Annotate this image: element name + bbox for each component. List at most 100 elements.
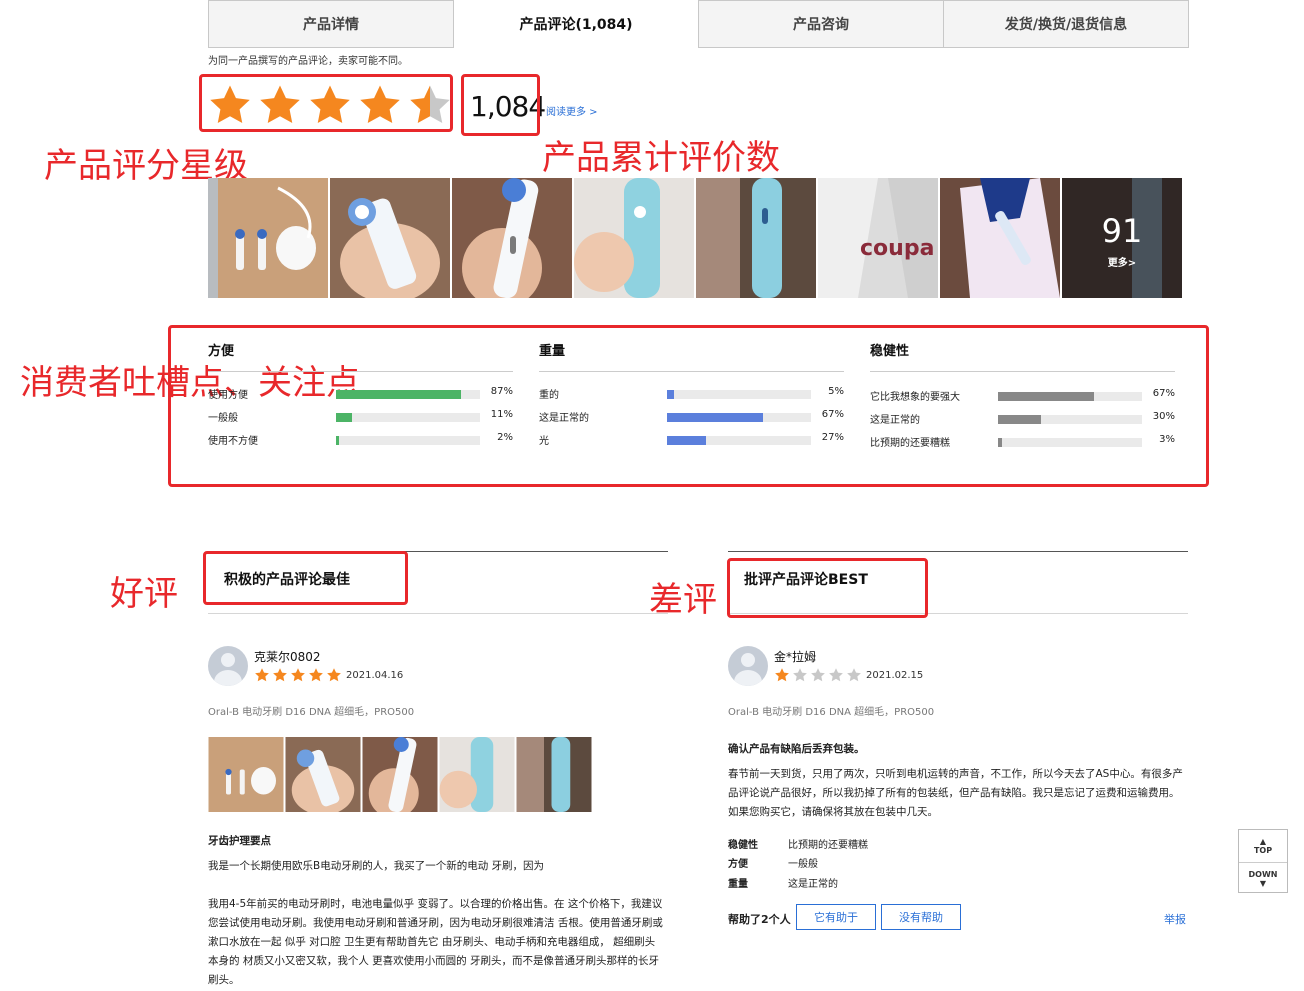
attribute-percent: 67% [821, 409, 844, 420]
attribute-rows: 它比我想象的要强大 67% 这是正常的 30% 比预期的还要糟糕 3% [870, 372, 1175, 453]
tab-product-details[interactable]: 产品详情 [208, 0, 454, 48]
review-photo[interactable] [208, 178, 328, 298]
attribute-bar-fill [998, 415, 1042, 424]
annotation-box-negative [727, 558, 928, 618]
attribute-key: 方便 [728, 859, 748, 870]
review-photo-strip: coupa 91 更多> [208, 178, 1182, 298]
reviewer-name: 克莱尔0802 [254, 650, 321, 664]
attribute-bar [667, 390, 811, 399]
more-photos-count: 91 [1101, 212, 1143, 250]
attribute-row: 比预期的还要糟糕 3% [870, 430, 1175, 453]
attribute-percent: 11% [490, 409, 513, 420]
attribute-label: 使用方便 [208, 390, 248, 401]
review-photo[interactable]: coupa [818, 178, 938, 298]
attribute-bar [998, 392, 1142, 401]
review-photo[interactable] [330, 178, 450, 298]
not-helpful-button[interactable]: 没有帮助 [881, 904, 961, 930]
attribute-label: 重的 [539, 390, 559, 401]
attribute-bar-fill [667, 390, 675, 399]
section-divider [208, 613, 668, 614]
review-product-name: Oral-B 电动牙刷 D16 DNA 超细毛，PRO500 [728, 707, 935, 718]
attribute-row: 使用方便 87% [208, 382, 513, 405]
attribute-label: 这是正常的 [870, 415, 920, 426]
attribute-bar-fill [998, 438, 1003, 447]
review-photo[interactable] [516, 737, 592, 812]
attribute-value: 一般般 [788, 859, 818, 870]
attribute-convenience: 方便 使用方便 87% 一般般 11% 使用不方便 2% [208, 340, 513, 451]
review-photo[interactable] [285, 737, 361, 816]
attribute-value: 这是正常的 [788, 879, 838, 890]
star-icon [273, 668, 287, 682]
chevron-down-icon: ▼ [1259, 878, 1267, 888]
avatar [208, 646, 248, 686]
review-body-intro: 我是一个长期使用欧乐B电动牙刷的人，我买了一个新的电动 牙刷，因为 [208, 860, 545, 872]
read-more-link[interactable]: 阅读更多 > [546, 103, 598, 118]
review-photo[interactable] [362, 737, 438, 819]
review-photo[interactable] [940, 178, 1060, 298]
scroll-down-button[interactable]: DOWN ▼ [1239, 862, 1287, 894]
star-icon [793, 668, 807, 682]
tab-product-inquiry[interactable]: 产品咨询 [699, 0, 944, 48]
helpful-button[interactable]: 它有助于 [796, 904, 876, 930]
scroll-nav: ▲ TOP DOWN ▼ [1238, 829, 1288, 893]
annotation-box-positive [203, 551, 408, 605]
attribute-row: 这是正常的 67% [539, 405, 844, 428]
tab-product-reviews[interactable]: 产品评论(1,084) [454, 0, 699, 48]
attribute-percent: 67% [1152, 388, 1175, 399]
helpful-count: 帮助了2个人 [728, 913, 791, 926]
star-icon [829, 668, 843, 682]
attribute-bar [998, 438, 1142, 447]
review-stars [254, 667, 342, 683]
scroll-top-button[interactable]: ▲ TOP [1239, 830, 1287, 862]
attribute-title: 重量 [539, 340, 844, 372]
review-photos [208, 737, 592, 819]
attribute-weight: 重量 重的 5% 这是正常的 67% 光 27% [539, 340, 844, 451]
more-photos-label: 更多> [1107, 258, 1137, 269]
attribute-title: 方便 [208, 340, 513, 372]
review-photo[interactable] [208, 737, 284, 812]
review-photo[interactable] [574, 178, 694, 298]
attribute-robustness: 稳健性 它比我想象的要强大 67% 这是正常的 30% 比预期的还要糟糕 3% [870, 340, 1175, 453]
seller-notice: 为同一产品撰写的产品评论，卖家可能不同。 [208, 56, 408, 67]
attribute-label: 这是正常的 [539, 413, 589, 424]
attribute-title: 稳健性 [870, 340, 1175, 372]
attribute-rows: 使用方便 87% 一般般 11% 使用不方便 2% [208, 372, 513, 451]
report-link[interactable]: 举报 [1164, 911, 1186, 927]
attribute-label: 光 [539, 436, 549, 447]
annotation-negative: 差评 [649, 580, 717, 620]
star-icon [775, 668, 789, 682]
review-date: 2021.04.16 [346, 670, 404, 681]
attribute-bar-fill [667, 413, 764, 422]
attribute-percent: 3% [1159, 434, 1175, 445]
star-icon [255, 668, 269, 682]
attribute-row: 一般般 11% [208, 405, 513, 428]
attribute-key: 稳健性 [728, 840, 758, 851]
attribute-bar-fill [336, 436, 339, 445]
attribute-bar-fill [998, 392, 1095, 401]
attribute-percent: 2% [497, 432, 513, 443]
section-divider [728, 551, 1188, 552]
review-photo[interactable] [452, 178, 572, 298]
star-icon [811, 668, 825, 682]
attribute-rows: 重的 5% 这是正常的 67% 光 27% [539, 372, 844, 451]
attribute-label: 一般般 [208, 413, 238, 424]
review-heading: 确认产品有缺陷后丢弃包装。 [728, 743, 865, 755]
attribute-bar [336, 436, 480, 445]
annotation-positive: 好评 [110, 574, 178, 614]
tab-shipping-info[interactable]: 发货/换货/退货信息 [944, 0, 1189, 48]
chevron-up-icon: ▲ [1259, 837, 1267, 846]
annotation-box-count [461, 74, 540, 136]
scroll-top-label: TOP [1253, 846, 1273, 855]
review-photo[interactable] [439, 737, 515, 812]
review-body: 我用4-5年前买的电动牙刷时，电池电量似乎 变弱了。以合理的价格出售。在 这个价… [208, 898, 663, 986]
review-photo[interactable] [696, 178, 816, 298]
review-tabs: 产品详情 产品评论(1,084) 产品咨询 发货/换货/退货信息 [208, 0, 1189, 48]
attribute-row: 使用不方便 2% [208, 428, 513, 451]
attribute-percent: 27% [821, 432, 844, 443]
attribute-bar [998, 415, 1142, 424]
attribute-bar-fill [336, 390, 462, 399]
photo-brand-text: coupa [860, 236, 935, 261]
attribute-row: 它比我想象的要强大 67% [870, 384, 1175, 407]
review-photo-more[interactable]: 91 更多> [1062, 178, 1182, 298]
attribute-bar-fill [667, 436, 706, 445]
